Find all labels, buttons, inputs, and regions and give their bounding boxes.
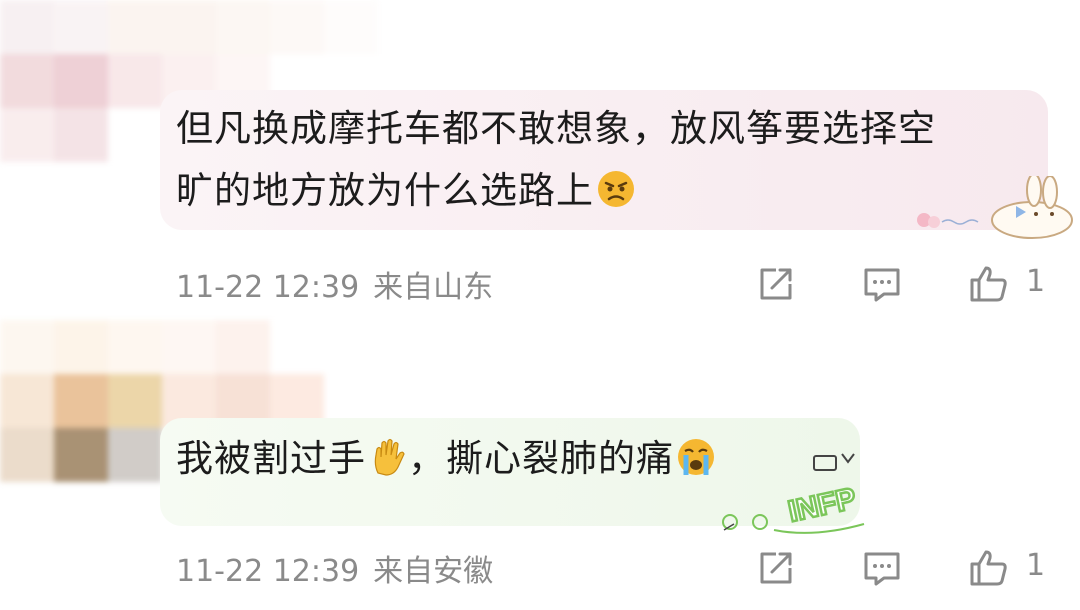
comment-text-line: 但凡换成摩托车都不敢想象，放风筝要选择空 — [176, 107, 936, 150]
raised-hand-icon — [368, 434, 408, 476]
like-count: 1 — [1026, 264, 1046, 299]
comment-icon — [860, 546, 904, 590]
svg-text:INFP: INFP — [785, 482, 859, 528]
share-button[interactable] — [754, 546, 798, 590]
comment-location: 来自山东 — [373, 270, 494, 305]
comment-item: 我被割过手 ，撕心裂肺的痛 INFP 11-22 12:39 来自安徽 1 — [0, 320, 1080, 610]
comment-text-line: 旷的地方放为什么选路上 — [176, 169, 594, 212]
bunny-sticker-icon — [912, 173, 1080, 242]
loudly-crying-face-icon — [676, 434, 716, 475]
comment-text: 我被割过手 ，撕心裂肺的痛 — [176, 428, 716, 490]
comment-item: 但凡换成摩托车都不敢想象，放风筝要选择空 旷的地方放为什么选路上 11-22 1… — [0, 0, 1080, 320]
comment-time: 11-22 12:39 — [176, 554, 360, 589]
thumbs-up-icon — [966, 262, 1010, 306]
reply-button[interactable] — [860, 262, 904, 306]
comment-icon — [860, 262, 904, 306]
like-button[interactable] — [966, 546, 1010, 590]
thumbs-up-icon — [966, 546, 1010, 590]
share-button[interactable] — [754, 262, 798, 306]
comment-list: 但凡换成摩托车都不敢想象，放风筝要选择空 旷的地方放为什么选路上 11-22 1… — [0, 0, 1080, 610]
like-count: 1 — [1026, 548, 1046, 583]
infp-sticker-icon: INFP — [716, 450, 880, 542]
comment-meta: 11-22 12:39 来自安徽 — [176, 546, 493, 590]
share-icon — [754, 262, 798, 306]
comment-text-line: 我被割过手 — [176, 437, 366, 480]
share-icon — [754, 546, 798, 590]
comment-location: 来自安徽 — [373, 554, 494, 589]
reply-button[interactable] — [860, 546, 904, 590]
comment-meta: 11-22 12:39 来自山东 — [176, 262, 493, 306]
like-button[interactable] — [966, 262, 1010, 306]
comment-text: 但凡换成摩托车都不敢想象，放风筝要选择空 旷的地方放为什么选路上 — [176, 98, 1026, 222]
comment-time: 11-22 12:39 — [176, 270, 360, 305]
comment-text-line: ，撕心裂肺的痛 — [408, 437, 674, 480]
angry-face-icon — [596, 166, 636, 207]
